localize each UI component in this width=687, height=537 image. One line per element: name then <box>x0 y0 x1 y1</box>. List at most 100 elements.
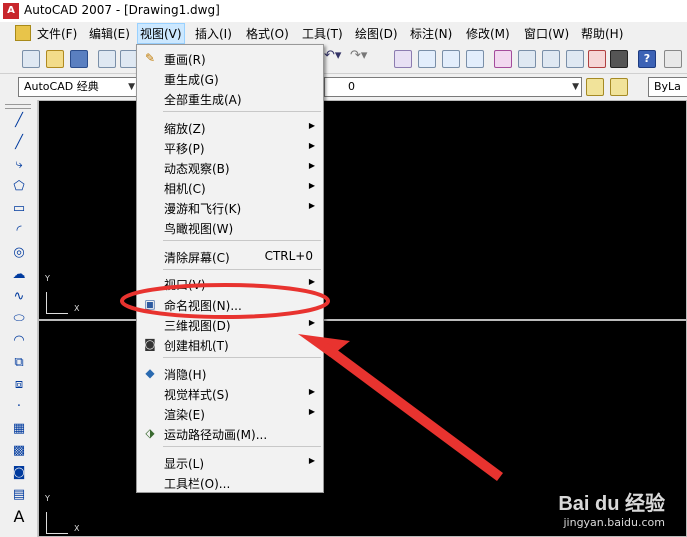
menu-view[interactable]: 视图(V) <box>137 23 185 44</box>
baidu-watermark: Bai du 经验 jingyan.baidu.com <box>558 487 665 529</box>
ellipse-icon[interactable]: ⬭ <box>9 310 29 328</box>
point-icon[interactable]: · <box>9 398 29 416</box>
menu-item-render[interactable]: 渲染(E) ▶ <box>137 403 323 423</box>
menu-item-viewports[interactable]: 视口(V) ▶ <box>137 273 323 293</box>
menu-item-redraw[interactable]: ✎ 重画(R) <box>137 48 323 68</box>
menu-tools[interactable]: 工具(T) <box>302 25 343 42</box>
menu-item-display[interactable]: 显示(L) ▶ <box>137 452 323 472</box>
ucs-x-label: X <box>74 304 80 313</box>
ucs-x-label: X <box>74 524 80 533</box>
menu-edit[interactable]: 编辑(E) <box>89 25 130 42</box>
title-bar: A AutoCAD 2007 - [Drawing1.dwg] <box>0 0 687 22</box>
properties-icon[interactable] <box>494 50 512 68</box>
ucs-y-label: Y <box>45 494 50 503</box>
insert-block-icon[interactable]: ⧉ <box>9 354 29 372</box>
arc-icon[interactable]: ◜ <box>9 222 29 240</box>
line-icon[interactable]: ╱ <box>9 112 29 130</box>
submenu-arrow-icon: ▶ <box>308 121 315 130</box>
menu-separator <box>163 269 321 270</box>
menu-draw[interactable]: 绘图(D) <box>355 25 398 42</box>
open-file-icon[interactable] <box>46 50 64 68</box>
circle-icon[interactable]: ◎ <box>9 244 29 262</box>
hatch-icon[interactable]: ▦ <box>9 420 29 438</box>
menu-item-zoom[interactable]: 缩放(Z) ▶ <box>137 117 323 137</box>
workspaces-layers-toolbar: AutoCAD 经典 ▼ 0 ▼ ByLa <box>0 74 687 100</box>
menu-separator <box>163 240 321 241</box>
menu-window[interactable]: 窗口(W) <box>524 25 569 42</box>
menu-item-aerial-view[interactable]: 鸟瞰视图(W) <box>137 217 323 237</box>
autocad-logo-icon: A <box>3 3 19 19</box>
workspace-icon[interactable] <box>664 50 682 68</box>
menu-modify[interactable]: 修改(M) <box>466 25 510 42</box>
menu-item-camera[interactable]: 相机(C) ▶ <box>137 177 323 197</box>
menu-insert[interactable]: 插入(I) <box>195 25 232 42</box>
table-icon[interactable]: ▤ <box>9 486 29 504</box>
menu-item-toolbars[interactable]: 工具栏(O)... <box>137 472 323 492</box>
menu-format[interactable]: 格式(O) <box>246 25 289 42</box>
menu-item-hide[interactable]: ◆ 消隐(H) <box>137 363 323 383</box>
ucs-icon: Y X <box>45 274 86 314</box>
pan-realtime-icon[interactable] <box>394 50 412 68</box>
menu-item-create-camera[interactable]: ◙ 创建相机(T) <box>137 334 323 354</box>
menu-item-walk-fly[interactable]: 漫游和飞行(K) ▶ <box>137 197 323 217</box>
gradient-icon[interactable]: ▩ <box>9 442 29 460</box>
zoom-realtime-icon[interactable] <box>418 50 436 68</box>
menu-item-orbit[interactable]: 动态观察(B) ▶ <box>137 157 323 177</box>
ellipse-arc-icon[interactable]: ◠ <box>9 332 29 350</box>
menu-item-regen[interactable]: 重生成(G) <box>137 68 323 88</box>
submenu-arrow-icon: ▶ <box>308 318 315 327</box>
markup-icon[interactable] <box>588 50 606 68</box>
toolbar-grip[interactable] <box>5 104 31 109</box>
layer-select[interactable]: 0 ▼ <box>324 77 582 97</box>
submenu-arrow-icon: ▶ <box>308 387 315 396</box>
redo-icon[interactable]: ↷▾ <box>350 48 368 66</box>
menu-item-clean-screen[interactable]: 清除屏幕(C) CTRL+0 <box>137 246 323 266</box>
menu-separator <box>163 111 321 112</box>
layer-previous-icon[interactable] <box>610 78 628 96</box>
undo-icon[interactable]: ↶▾ <box>324 48 342 66</box>
document-icon[interactable] <box>15 25 31 41</box>
zoom-previous-icon[interactable] <box>466 50 484 68</box>
menu-item-visual-styles[interactable]: 视觉样式(S) ▶ <box>137 383 323 403</box>
construction-line-icon[interactable]: ╱ <box>9 134 29 152</box>
save-icon[interactable] <box>70 50 88 68</box>
menu-item-3d-views[interactable]: 三维视图(D) ▶ <box>137 314 323 334</box>
spline-icon[interactable]: ∿ <box>9 288 29 306</box>
polygon-icon[interactable]: ⬠ <box>9 178 29 196</box>
tool-palettes-icon[interactable] <box>542 50 560 68</box>
workspace-select[interactable]: AutoCAD 经典 ▼ <box>18 77 138 97</box>
menu-separator <box>163 357 321 358</box>
menu-item-regen-all[interactable]: 全部重生成(A) <box>137 88 323 108</box>
shortcut-label: CTRL+0 <box>264 249 313 263</box>
linetype-select[interactable]: ByLa <box>648 77 687 97</box>
sheet-set-icon[interactable] <box>566 50 584 68</box>
menu-item-named-views[interactable]: ▣ 命名视图(N)... <box>137 294 323 314</box>
layer-value: 0 <box>348 80 355 93</box>
new-file-icon[interactable] <box>22 50 40 68</box>
menu-item-motion-path[interactable]: ⬗ 运动路径动画(M)... <box>137 423 323 443</box>
quickcalc-icon[interactable] <box>610 50 628 68</box>
region-icon[interactable]: ◙ <box>9 464 29 482</box>
revision-cloud-icon[interactable]: ☁ <box>9 266 29 284</box>
layer-properties-icon[interactable] <box>586 78 604 96</box>
multiline-text-icon[interactable]: A <box>9 508 29 526</box>
print-icon[interactable] <box>98 50 116 68</box>
submenu-arrow-icon: ▶ <box>308 407 315 416</box>
make-block-icon[interactable]: ⧈ <box>9 376 29 394</box>
menu-help[interactable]: 帮助(H) <box>581 25 623 42</box>
design-center-icon[interactable] <box>518 50 536 68</box>
menu-dimension[interactable]: 标注(N) <box>410 25 452 42</box>
help-icon[interactable]: ? <box>638 50 656 68</box>
watermark-brand: Bai du 经验 <box>558 493 665 515</box>
menu-file[interactable]: 文件(F) <box>37 25 77 42</box>
pencil-icon: ✎ <box>144 51 156 65</box>
rectangle-icon[interactable]: ▭ <box>9 200 29 218</box>
menu-item-pan[interactable]: 平移(P) ▶ <box>137 137 323 157</box>
ucs-y-label: Y <box>45 274 50 283</box>
polyline-icon[interactable]: ⤷ <box>9 156 29 174</box>
submenu-arrow-icon: ▶ <box>308 456 315 465</box>
zoom-window-icon[interactable] <box>442 50 460 68</box>
submenu-arrow-icon: ▶ <box>308 141 315 150</box>
workspace-value: AutoCAD 经典 <box>24 80 99 93</box>
standard-toolbar: ↶▾ ↷▾ ? <box>0 44 687 74</box>
